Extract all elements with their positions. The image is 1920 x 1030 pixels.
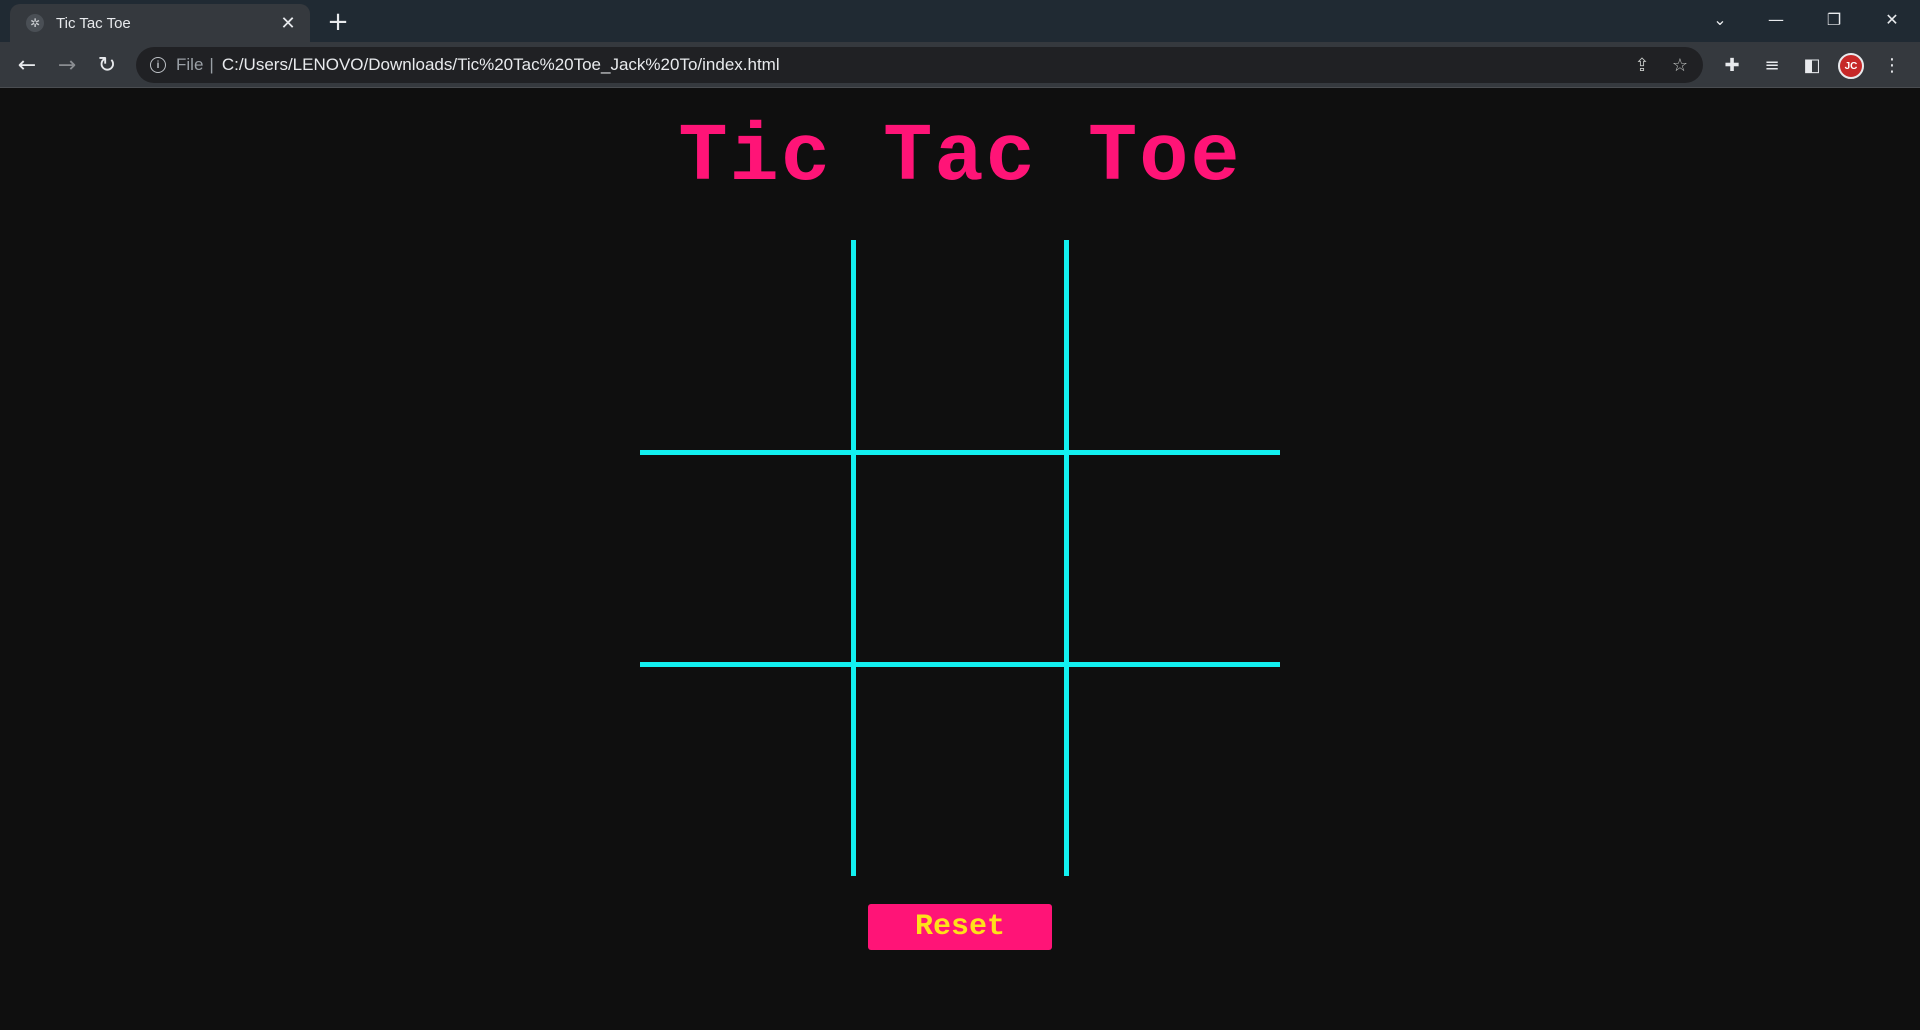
site-info-icon[interactable]: i	[150, 57, 166, 73]
grid-line-horizontal-2	[640, 662, 1280, 667]
board-cell-9[interactable]	[1066, 664, 1279, 876]
board-cell-3[interactable]	[1066, 240, 1279, 452]
reload-button[interactable]: ↻	[91, 49, 123, 81]
board-cell-8[interactable]	[853, 664, 1066, 876]
profile-avatar[interactable]: JC	[1838, 53, 1864, 79]
tab-favicon-icon: ✲	[26, 14, 44, 32]
minimize-button[interactable]: —	[1748, 0, 1804, 38]
menu-kebab-icon[interactable]: ⋮	[1876, 49, 1908, 81]
game-title: Tic Tac Toe	[678, 111, 1242, 204]
tab-search-chevron-icon[interactable]: ⌄	[1692, 0, 1748, 38]
address-bar[interactable]: i File | C:/Users/LENOVO/Downloads/Tic%2…	[136, 47, 1703, 83]
browser-tab[interactable]: ✲ Tic Tac Toe ✕	[10, 4, 310, 42]
address-url[interactable]: C:/Users/LENOVO/Downloads/Tic%20Tac%20To…	[222, 55, 780, 75]
back-button[interactable]: ←	[11, 49, 43, 81]
grid-line-vertical-1	[851, 240, 856, 876]
board-cell-6[interactable]	[1066, 452, 1279, 664]
grid-line-horizontal-1	[640, 450, 1280, 455]
board-cell-2[interactable]	[853, 240, 1066, 452]
side-panel-icon[interactable]: ◧	[1796, 49, 1828, 81]
share-icon[interactable]: ⇪	[1628, 51, 1656, 79]
new-tab-button[interactable]: +	[322, 6, 354, 38]
forward-button[interactable]: →	[51, 49, 83, 81]
board-cell-7[interactable]	[640, 664, 853, 876]
board-cell-5[interactable]	[853, 452, 1066, 664]
media-queue-icon[interactable]: ≡	[1756, 49, 1788, 81]
restore-button[interactable]: ❐	[1806, 0, 1862, 38]
browser-titlebar: ✲ Tic Tac Toe ✕ + ⌄ — ❐ ✕	[0, 0, 1920, 42]
reset-button[interactable]: Reset	[868, 904, 1052, 950]
address-separator: |	[209, 55, 214, 74]
board-cell-4[interactable]	[640, 452, 853, 664]
extensions-puzzle-icon[interactable]: ✚	[1716, 49, 1748, 81]
game-board	[640, 240, 1280, 876]
grid-line-vertical-2	[1064, 240, 1069, 876]
bookmark-star-icon[interactable]: ☆	[1666, 51, 1694, 79]
tab-title: Tic Tac Toe	[56, 14, 131, 32]
page-content: Tic Tac Toe Reset	[0, 88, 1920, 1030]
close-window-button[interactable]: ✕	[1864, 0, 1920, 38]
address-scheme: File	[176, 55, 204, 74]
browser-toolbar: ← → ↻ i File | C:/Users/LENOVO/Downloads…	[0, 42, 1920, 88]
board-cell-1[interactable]	[640, 240, 853, 452]
tab-close-icon[interactable]: ✕	[278, 13, 298, 34]
